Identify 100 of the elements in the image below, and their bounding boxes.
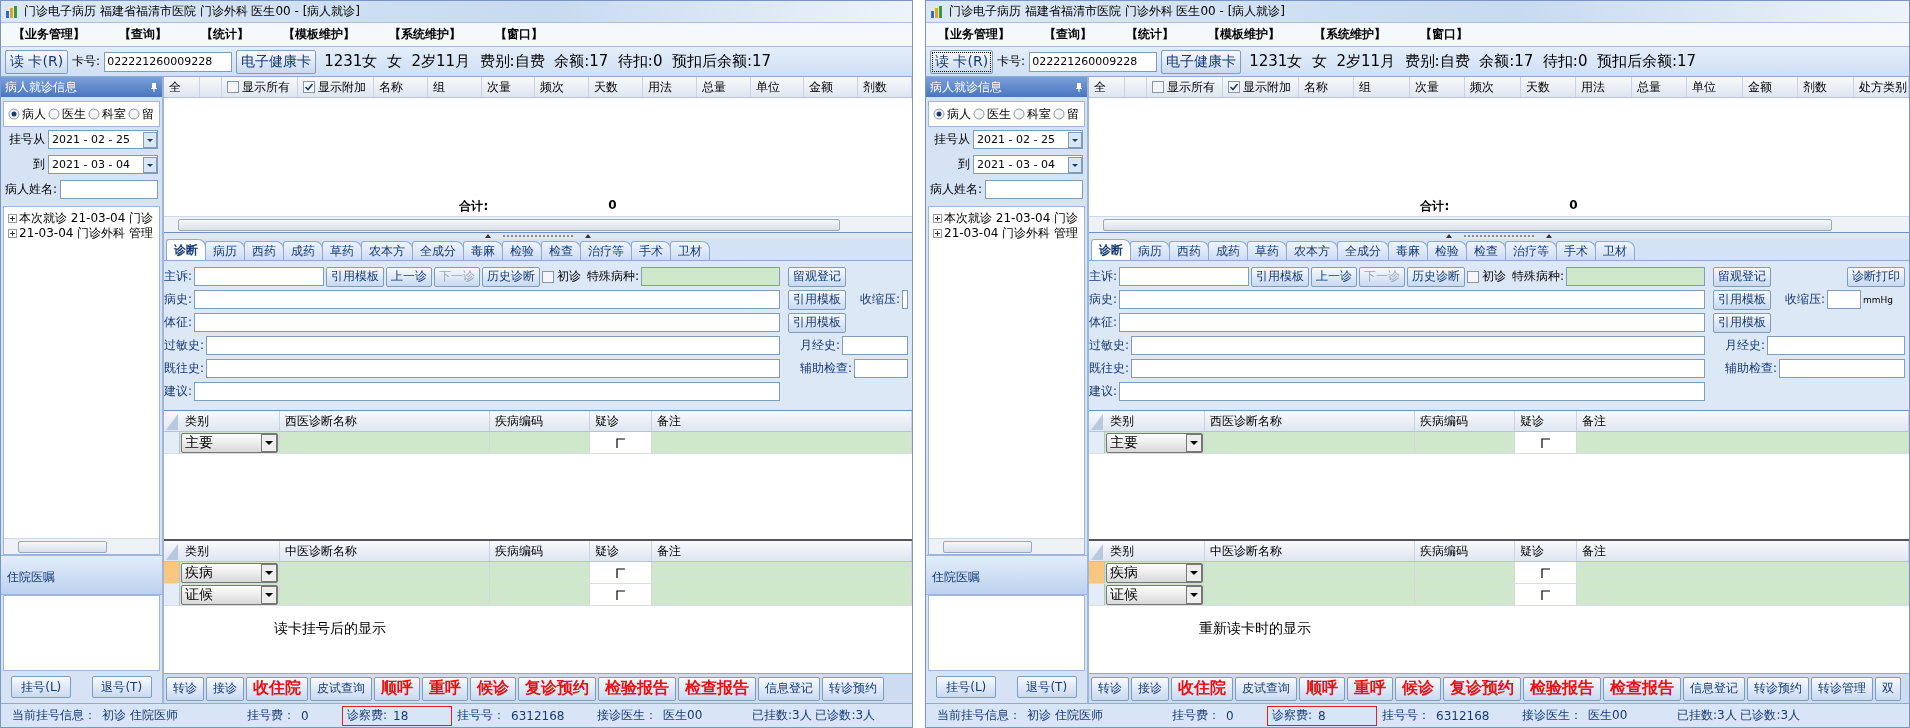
tab[interactable]: 检查 xyxy=(541,241,581,260)
menu-item[interactable]: 【统计】 xyxy=(201,26,249,43)
table-cell[interactable] xyxy=(490,584,590,605)
checkbox[interactable] xyxy=(615,567,626,578)
checkbox[interactable] xyxy=(1467,270,1480,283)
expand-icon[interactable] xyxy=(933,214,942,223)
menu-item[interactable]: 【模板维护】 xyxy=(1208,26,1280,43)
menu-item[interactable]: 【系统维护】 xyxy=(389,26,461,43)
table-cell[interactable] xyxy=(280,584,490,605)
checkbox[interactable] xyxy=(1540,437,1551,448)
radio-button[interactable] xyxy=(1053,108,1065,120)
radio-button[interactable] xyxy=(973,108,985,120)
button[interactable]: 引用模板 xyxy=(1713,312,1771,333)
tab[interactable]: 诊断 xyxy=(166,239,206,260)
button[interactable]: 上一诊 xyxy=(1311,266,1358,287)
menu-item[interactable]: 【窗口】 xyxy=(1420,26,1468,43)
health-card-button[interactable]: 电子健康卡 xyxy=(1161,49,1242,74)
tab[interactable]: 治疗等 xyxy=(580,241,632,260)
type-dropdown[interactable]: 疾病 xyxy=(181,562,278,583)
menu-item[interactable]: 【业务管理】 xyxy=(13,26,85,43)
input-field[interactable] xyxy=(1119,313,1705,332)
date-field[interactable]: 2021 - 03 - 04 xyxy=(48,155,158,174)
table-cell[interactable] xyxy=(1205,584,1415,605)
button[interactable]: 转诊管理 xyxy=(1811,676,1873,701)
table-cell[interactable] xyxy=(490,562,590,583)
button[interactable]: 顺呼 xyxy=(374,676,420,701)
tab[interactable]: 农本方 xyxy=(361,241,413,260)
button[interactable]: 收住院 xyxy=(246,676,308,701)
table-cell[interactable] xyxy=(652,432,912,453)
menu-item[interactable]: 【模板维护】 xyxy=(283,26,355,43)
button[interactable]: 挂号(L) xyxy=(936,676,997,698)
expand-icon[interactable] xyxy=(933,229,942,238)
expand-icon[interactable] xyxy=(8,214,17,223)
input-field[interactable] xyxy=(194,313,780,332)
button[interactable]: 接诊 xyxy=(1131,676,1169,701)
table-cell[interactable] xyxy=(652,584,912,605)
tab[interactable]: 成药 xyxy=(283,241,323,260)
type-dropdown[interactable]: 证候 xyxy=(181,584,278,605)
button[interactable]: 候诊 xyxy=(1395,676,1441,701)
button[interactable]: 转诊预约 xyxy=(1747,676,1809,701)
date-field[interactable]: 2021 - 02 - 25 xyxy=(973,130,1083,149)
button[interactable]: 留观登记 xyxy=(1713,266,1771,287)
scrollbar[interactable] xyxy=(4,538,159,554)
card-number-field[interactable]: 022221260009228 xyxy=(104,51,233,72)
checkbox[interactable] xyxy=(615,589,626,600)
table-cell[interactable] xyxy=(1577,562,1909,583)
button[interactable]: 引用模板 xyxy=(1713,289,1771,310)
button[interactable]: 皮试查询 xyxy=(310,676,372,701)
radio-button[interactable] xyxy=(88,108,100,120)
tab[interactable]: 病历 xyxy=(1130,241,1170,260)
expand-icon[interactable] xyxy=(8,229,17,238)
tab[interactable]: 卫材 xyxy=(1595,241,1635,260)
menu-item[interactable]: 【系统维护】 xyxy=(1314,26,1386,43)
table-cell[interactable] xyxy=(1205,562,1415,583)
button[interactable]: 皮试查询 xyxy=(1235,676,1297,701)
button[interactable]: 引用模板 xyxy=(788,289,846,310)
tree-item[interactable]: 本次就诊 21-03-04 门诊 xyxy=(19,210,154,227)
input-field[interactable] xyxy=(1767,336,1905,355)
checkbox[interactable] xyxy=(303,81,315,93)
button[interactable]: 复诊预约 xyxy=(1443,676,1521,701)
table-cell[interactable] xyxy=(490,432,590,453)
input-field[interactable] xyxy=(1119,267,1250,286)
input-field[interactable] xyxy=(1779,359,1905,378)
row-indicator[interactable] xyxy=(1089,584,1105,605)
table-cell[interactable] xyxy=(1577,584,1909,605)
button[interactable]: 留观登记 xyxy=(788,266,846,287)
button[interactable]: 转诊 xyxy=(1091,676,1129,701)
tab[interactable]: 检查 xyxy=(1466,241,1506,260)
tab[interactable]: 草药 xyxy=(322,241,362,260)
row-indicator[interactable] xyxy=(1089,432,1105,453)
tab[interactable]: 手术 xyxy=(631,241,671,260)
input-field[interactable] xyxy=(206,359,780,378)
tab[interactable]: 毒麻 xyxy=(1388,241,1428,260)
tab[interactable]: 毒麻 xyxy=(463,241,503,260)
tab[interactable]: 成药 xyxy=(1208,241,1248,260)
button[interactable]: 转诊 xyxy=(166,676,204,701)
button[interactable]: 复诊预约 xyxy=(518,676,596,701)
input-field[interactable] xyxy=(1827,290,1862,309)
tab[interactable]: 草药 xyxy=(1247,241,1287,260)
button[interactable]: 检查报告 xyxy=(678,676,756,701)
read-card-button[interactable]: 读 卡(R) xyxy=(5,49,69,74)
button[interactable]: 双 xyxy=(1875,676,1901,701)
table-cell[interactable] xyxy=(280,562,490,583)
button[interactable]: 接诊 xyxy=(206,676,244,701)
checkbox[interactable] xyxy=(1228,81,1240,93)
input-field[interactable] xyxy=(1131,336,1705,355)
menu-item[interactable]: 【业务管理】 xyxy=(938,26,1010,43)
table-cell[interactable] xyxy=(1415,584,1515,605)
table-cell[interactable] xyxy=(1415,432,1515,453)
radio-button[interactable] xyxy=(8,108,20,120)
button[interactable]: 引用模板 xyxy=(326,266,385,287)
date-field[interactable]: 2021 - 03 - 04 xyxy=(973,155,1083,174)
button[interactable]: 信息登记 xyxy=(758,676,820,701)
tab[interactable]: 全成分 xyxy=(412,241,464,260)
menu-item[interactable]: 【统计】 xyxy=(1126,26,1174,43)
input-field[interactable] xyxy=(1119,290,1705,309)
read-card-button[interactable]: 读 卡(R) xyxy=(930,49,994,74)
tab[interactable]: 治疗等 xyxy=(1505,241,1557,260)
checkbox[interactable] xyxy=(615,437,626,448)
button[interactable]: 上一诊 xyxy=(386,266,433,287)
